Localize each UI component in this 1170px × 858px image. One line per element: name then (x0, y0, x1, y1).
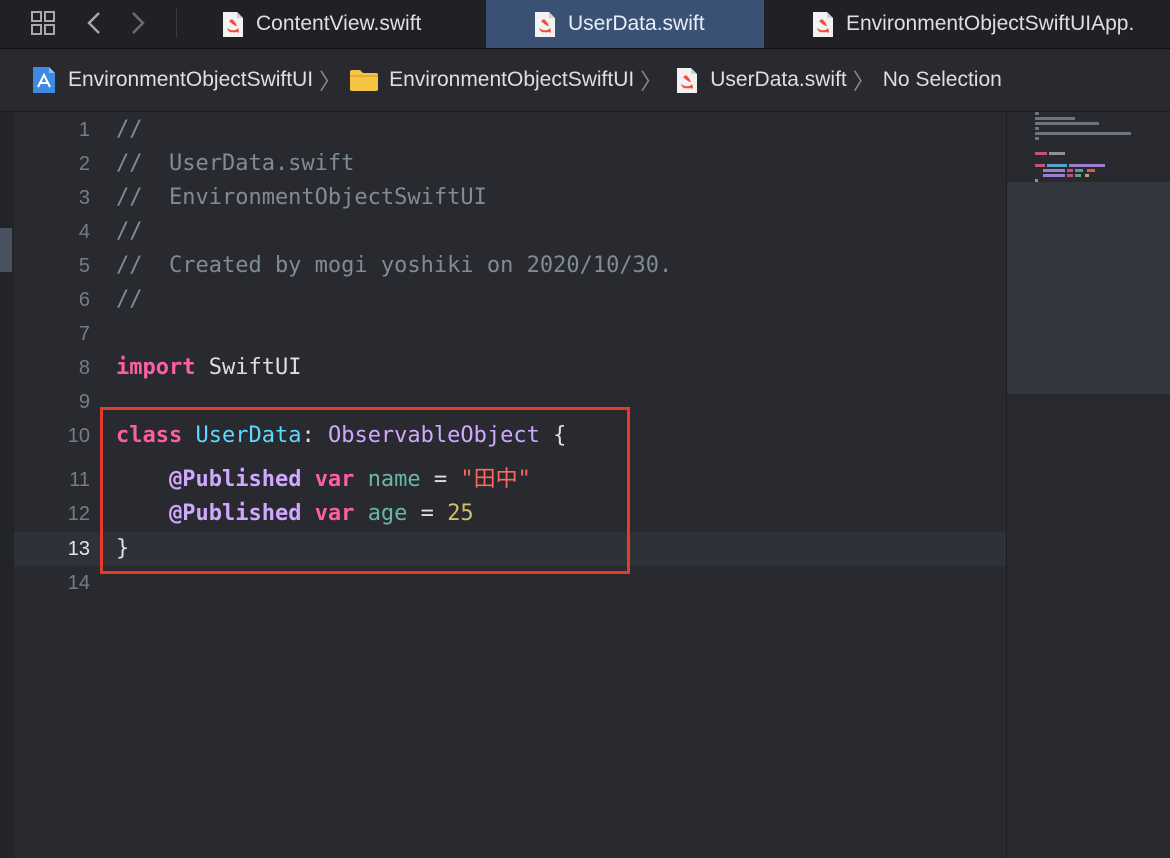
code-line[interactable]: 3 // EnvironmentObjectSwiftUI (14, 181, 1006, 215)
code-text: // UserData.swift (116, 147, 354, 181)
code-token: import (116, 355, 196, 380)
line-number: 4 (78, 221, 90, 243)
breadcrumb-folder[interactable]: EnvironmentObjectSwiftUI (349, 68, 634, 92)
line-number: 9 (78, 391, 90, 413)
breadcrumb-file[interactable]: UserData.swift (670, 67, 847, 94)
code-text: // EnvironmentObjectSwiftUI (116, 181, 487, 215)
code-line[interactable]: 7 (14, 317, 1006, 351)
code-line[interactable]: 6 // (14, 283, 1006, 317)
line-number: 14 (67, 572, 90, 594)
grid-icon[interactable] (30, 10, 56, 36)
minimap-viewport[interactable] (1007, 182, 1170, 394)
folder-icon (350, 70, 379, 91)
code-text: import SwiftUI (116, 351, 301, 385)
code-line[interactable]: 2 // UserData.swift (14, 147, 1006, 181)
swift-file-icon (535, 11, 555, 37)
minimap[interactable] (1006, 112, 1170, 858)
tab-bar: ContentView.swift UserData.swift Environ… (0, 0, 1170, 49)
swift-file-icon (813, 11, 833, 37)
left-gutter-strip (0, 112, 14, 858)
breadcrumb: EnvironmentObjectSwiftUI 〉 EnvironmentOb… (0, 49, 1170, 112)
tab-label: ContentView.swift (256, 12, 422, 35)
code-token: // Created by mogi yoshiki on 2020/10/30… (116, 253, 673, 278)
swift-file-icon (677, 67, 698, 93)
breadcrumb-file-label: UserData.swift (710, 68, 847, 91)
code-token: // (116, 219, 143, 244)
scroll-marker (0, 228, 12, 272)
code-text: // (116, 215, 143, 249)
breadcrumb-selection[interactable]: No Selection (883, 68, 1002, 92)
line-number: 8 (78, 357, 90, 379)
line-number: 6 (78, 289, 90, 311)
line-number: 7 (78, 323, 90, 345)
code-text: // (116, 113, 143, 147)
line-number: 5 (78, 255, 90, 277)
swift-file-icon (223, 11, 243, 37)
code-line[interactable]: 8 import SwiftUI (14, 351, 1006, 385)
code-token: SwiftUI (195, 355, 302, 380)
xcode-project-icon (33, 67, 55, 93)
tab-separator (176, 8, 177, 38)
breadcrumb-folder-label: EnvironmentObjectSwiftUI (389, 68, 635, 91)
chevron-right-icon: 〉 (640, 69, 663, 94)
breadcrumb-project[interactable]: EnvironmentObjectSwiftUI (32, 66, 313, 94)
chevron-right-icon: 〉 (319, 69, 342, 94)
code-text: // Created by mogi yoshiki on 2020/10/30… (116, 249, 672, 283)
line-number: 3 (78, 187, 90, 209)
chevron-right-icon: 〉 (852, 69, 875, 94)
breadcrumb-project-label: EnvironmentObjectSwiftUI (68, 68, 314, 91)
code-line[interactable]: 4 // (14, 215, 1006, 249)
line-number: 10 (67, 425, 90, 447)
chevron-left-icon[interactable] (84, 8, 104, 38)
chevron-right-icon[interactable] (128, 8, 148, 38)
code-text: // (116, 283, 143, 317)
tab-content-view[interactable]: ContentView.swift (186, 0, 486, 48)
code-token: // (116, 287, 143, 312)
code-line[interactable]: 5 // Created by mogi yoshiki on 2020/10/3… (14, 249, 1006, 283)
highlight-box (100, 407, 630, 574)
line-number: 2 (78, 153, 90, 175)
code-token: // UserData.swift (116, 151, 355, 176)
tab-user-data[interactable]: UserData.swift (486, 0, 764, 48)
tab-label: EnvironmentObjectSwiftUIApp. (846, 12, 1135, 35)
code-token: // (116, 117, 143, 142)
line-number: 1 (78, 119, 90, 141)
line-number: 11 (69, 469, 90, 491)
tab-label: UserData.swift (568, 12, 705, 35)
line-number: 13 (67, 538, 90, 560)
line-number: 12 (67, 503, 90, 525)
code-token: // EnvironmentObjectSwiftUI (116, 185, 487, 210)
code-line[interactable]: 1 // (14, 113, 1006, 147)
tab-app[interactable]: EnvironmentObjectSwiftUIApp. (764, 0, 1170, 48)
